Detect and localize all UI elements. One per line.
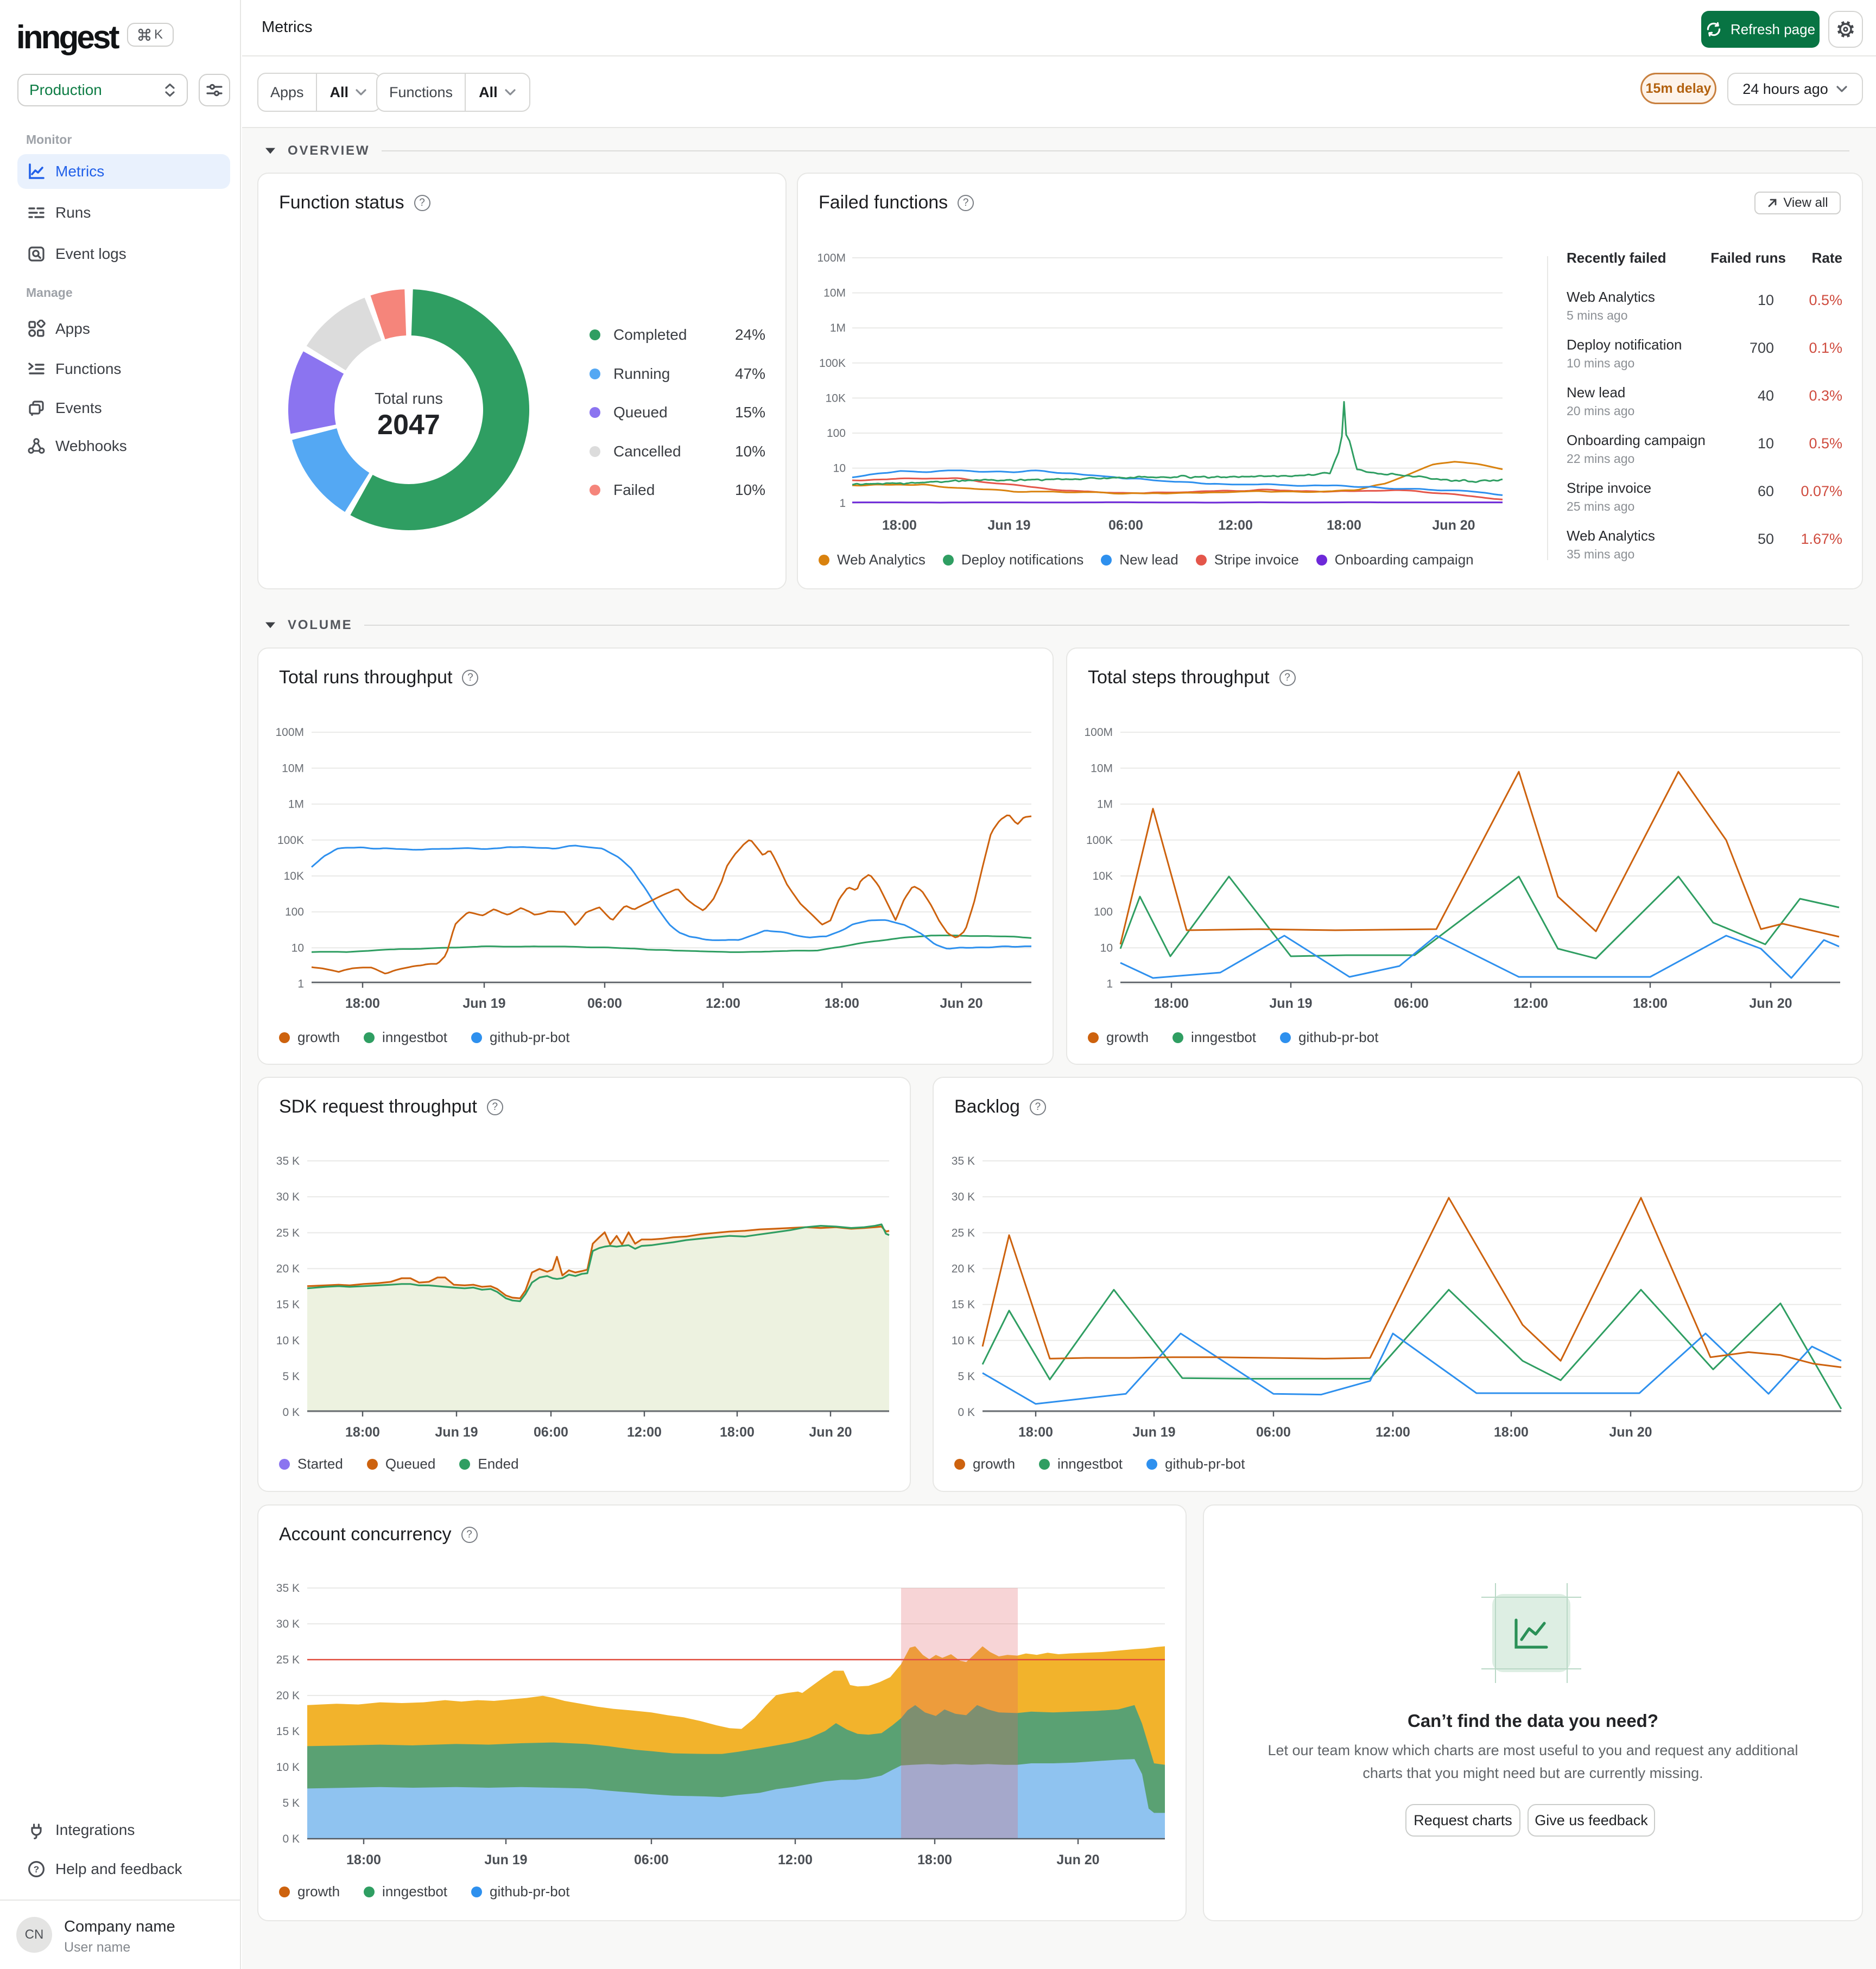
svg-text:15 K: 15 K	[952, 1299, 975, 1311]
svg-text:18:00: 18:00	[345, 1425, 380, 1440]
svg-text:12:00: 12:00	[1376, 1425, 1410, 1440]
svg-text:18:00: 18:00	[1154, 996, 1189, 1011]
svg-text:?: ?	[34, 1864, 39, 1875]
svg-text:Jun 20: Jun 20	[1749, 996, 1792, 1011]
svg-text:06:00: 06:00	[1108, 518, 1143, 533]
svg-text:30 K: 30 K	[276, 1618, 300, 1630]
svg-text:10 K: 10 K	[276, 1335, 300, 1347]
svg-text:Jun 20: Jun 20	[1609, 1425, 1652, 1440]
svg-text:10M: 10M	[282, 762, 304, 774]
svg-text:18:00: 18:00	[1633, 996, 1668, 1011]
svg-text:18:00: 18:00	[882, 518, 917, 533]
svg-text:25 K: 25 K	[276, 1227, 300, 1239]
svg-text:12:00: 12:00	[706, 996, 740, 1011]
svg-text:06:00: 06:00	[1256, 1425, 1291, 1440]
svg-text:Jun 19: Jun 19	[484, 1852, 527, 1868]
svg-text:10: 10	[291, 942, 304, 954]
svg-text:1M: 1M	[830, 322, 846, 334]
svg-text:Jun 20: Jun 20	[809, 1425, 852, 1440]
svg-text:10K: 10K	[1093, 870, 1113, 882]
svg-text:25 K: 25 K	[276, 1654, 300, 1666]
svg-text:Jun 20: Jun 20	[1432, 518, 1475, 533]
svg-text:25 K: 25 K	[952, 1227, 975, 1239]
svg-text:0 K: 0 K	[282, 1833, 300, 1845]
svg-text:35 K: 35 K	[276, 1155, 300, 1167]
svg-text:18:00: 18:00	[1327, 518, 1361, 533]
svg-text:5 K: 5 K	[282, 1370, 300, 1383]
svg-text:18:00: 18:00	[1018, 1425, 1053, 1440]
svg-text:18:00: 18:00	[345, 996, 380, 1011]
svg-text:100K: 100K	[1086, 834, 1113, 847]
svg-text:1: 1	[1106, 978, 1113, 990]
svg-text:5 K: 5 K	[282, 1797, 300, 1809]
svg-text:06:00: 06:00	[634, 1852, 669, 1868]
svg-text:1M: 1M	[1097, 798, 1113, 811]
svg-text:Jun 19: Jun 19	[987, 518, 1030, 533]
svg-text:100K: 100K	[277, 834, 304, 847]
svg-text:10M: 10M	[1091, 762, 1113, 774]
svg-text:10M: 10M	[823, 287, 846, 300]
svg-text:Jun 19: Jun 19	[462, 996, 505, 1011]
svg-text:12:00: 12:00	[1218, 518, 1253, 533]
svg-text:5 K: 5 K	[958, 1370, 975, 1383]
svg-text:18:00: 18:00	[917, 1852, 952, 1868]
svg-text:18:00: 18:00	[825, 996, 859, 1011]
svg-text:10K: 10K	[284, 870, 304, 882]
svg-text:100: 100	[1094, 906, 1113, 918]
svg-text:0 K: 0 K	[282, 1406, 300, 1419]
svg-text:30 K: 30 K	[952, 1191, 975, 1203]
svg-text:100K: 100K	[819, 357, 846, 370]
svg-text:18:00: 18:00	[1494, 1425, 1529, 1440]
svg-text:Total runs: Total runs	[375, 390, 443, 408]
svg-text:100M: 100M	[275, 726, 304, 739]
svg-text:12:00: 12:00	[1513, 996, 1548, 1011]
svg-text:100M: 100M	[817, 252, 846, 264]
svg-text:0 K: 0 K	[958, 1406, 975, 1419]
svg-text:2047: 2047	[377, 409, 440, 441]
svg-text:100: 100	[827, 427, 846, 440]
svg-text:15 K: 15 K	[276, 1725, 300, 1738]
svg-text:35 K: 35 K	[952, 1155, 975, 1167]
svg-text:35 K: 35 K	[276, 1582, 300, 1595]
svg-text:12:00: 12:00	[778, 1852, 813, 1868]
svg-text:10: 10	[1100, 942, 1113, 954]
svg-text:100M: 100M	[1084, 726, 1113, 739]
svg-text:10: 10	[833, 462, 846, 475]
svg-text:10 K: 10 K	[276, 1761, 300, 1774]
svg-text:1: 1	[839, 497, 846, 510]
svg-text:Jun 19: Jun 19	[435, 1425, 478, 1440]
svg-text:20 K: 20 K	[952, 1262, 975, 1275]
svg-text:15 K: 15 K	[276, 1299, 300, 1311]
svg-text:10K: 10K	[826, 392, 846, 404]
svg-text:100: 100	[285, 906, 304, 918]
svg-text:10 K: 10 K	[952, 1335, 975, 1347]
svg-text:1: 1	[297, 978, 304, 990]
svg-text:Jun 19: Jun 19	[1132, 1425, 1175, 1440]
svg-text:Jun 19: Jun 19	[1269, 996, 1312, 1011]
svg-text:12:00: 12:00	[627, 1425, 662, 1440]
svg-text:20 K: 20 K	[276, 1689, 300, 1702]
svg-text:1M: 1M	[288, 798, 304, 811]
svg-text:06:00: 06:00	[534, 1425, 568, 1440]
svg-text:30 K: 30 K	[276, 1191, 300, 1203]
svg-text:Jun 20: Jun 20	[1056, 1852, 1099, 1868]
svg-text:18:00: 18:00	[720, 1425, 755, 1440]
svg-text:20 K: 20 K	[276, 1262, 300, 1275]
svg-text:18:00: 18:00	[346, 1852, 381, 1868]
svg-text:06:00: 06:00	[587, 996, 622, 1011]
svg-text:06:00: 06:00	[1394, 996, 1429, 1011]
svg-text:Jun 20: Jun 20	[940, 996, 983, 1011]
